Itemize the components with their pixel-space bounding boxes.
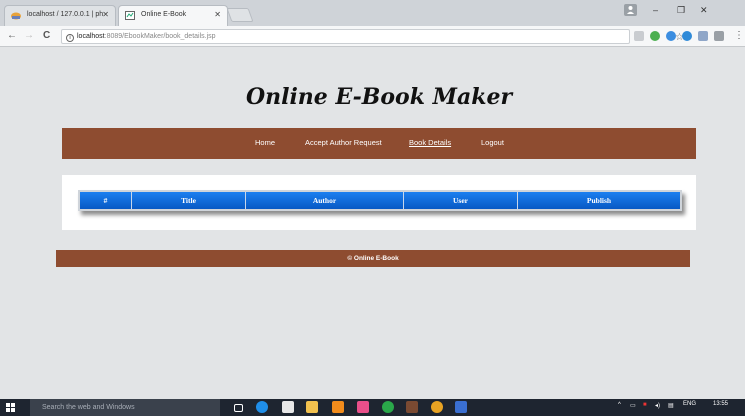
browser-tab-strip: localhost / 127.0.0.1 | ph ✕ Online E-Bo…	[0, 0, 745, 26]
app-icon[interactable]	[406, 401, 418, 413]
new-tab-button[interactable]	[226, 8, 254, 22]
info-icon[interactable]: i	[66, 34, 74, 42]
windows-taskbar: Search the web and Windows ^ ▭ ■ ◂) ▤ EN…	[0, 399, 745, 416]
task-view-icon[interactable]	[234, 404, 243, 412]
column-header-publish: Publish	[518, 192, 680, 209]
minimize-icon[interactable]: –	[653, 5, 658, 15]
forward-arrow-icon[interactable]: →	[24, 30, 34, 41]
back-arrow-icon[interactable]: ←	[7, 30, 17, 41]
close-window-icon[interactable]: ✕	[700, 5, 708, 16]
nav-home[interactable]: Home	[255, 138, 275, 147]
clock[interactable]: 13:55	[713, 401, 728, 407]
app-icon[interactable]	[357, 401, 369, 413]
menu-icon[interactable]: ⋮	[734, 30, 744, 41]
keyboard-icon[interactable]: ▤	[668, 402, 674, 409]
tab-title: Online E-Book	[141, 11, 187, 18]
language-indicator[interactable]: ENG	[683, 401, 696, 407]
column-header-user: User	[404, 192, 518, 209]
windows-start-icon[interactable]	[6, 403, 15, 412]
store-icon[interactable]	[282, 401, 294, 413]
tray-chevron-icon[interactable]: ^	[618, 402, 621, 408]
file-explorer-icon[interactable]	[306, 401, 318, 413]
site-title: Online E-Book Maker	[245, 84, 513, 110]
app-icon[interactable]	[382, 401, 394, 413]
tray-app-icon[interactable]: ■	[643, 402, 647, 408]
app-icon[interactable]	[455, 401, 467, 413]
book-table-header: # Title Author User Publish	[78, 190, 682, 211]
browser-tab-phpmyadmin[interactable]: localhost / 127.0.0.1 | ph ✕	[4, 5, 116, 26]
extension-icon[interactable]	[698, 31, 708, 41]
extension-icon[interactable]	[634, 31, 644, 41]
nav-logout[interactable]: Logout	[481, 138, 504, 147]
edge-browser-icon[interactable]	[256, 401, 268, 413]
main-nav: Home Accept Author Request Book Details …	[62, 128, 696, 159]
extension-icon[interactable]	[714, 31, 724, 41]
close-tab-icon[interactable]: ✕	[214, 10, 221, 19]
extension-icon[interactable]	[650, 31, 660, 41]
extension-icon[interactable]	[666, 31, 676, 41]
extension-icon[interactable]	[682, 31, 692, 41]
column-header-number: #	[80, 192, 132, 209]
volume-icon[interactable]: ◂)	[655, 402, 660, 409]
url-host: localhost	[77, 33, 105, 40]
column-header-title: Title	[132, 192, 246, 209]
reload-icon[interactable]: C	[43, 30, 50, 41]
site-footer: © Online E-Book	[56, 250, 690, 267]
page-favicon-icon	[125, 11, 135, 20]
restore-icon[interactable]: ❐	[677, 5, 685, 16]
close-tab-icon[interactable]: ✕	[102, 10, 109, 19]
nav-accept-author-request[interactable]: Accept Author Request	[305, 138, 382, 147]
taskbar-search-input[interactable]: Search the web and Windows	[30, 399, 220, 416]
url-path: :8089/EbookMaker/book_details.jsp	[104, 33, 216, 40]
network-icon[interactable]: ▭	[630, 402, 636, 409]
column-header-author: Author	[246, 192, 404, 209]
address-bar[interactable]: i localhost:8089/EbookMaker/book_details.…	[61, 29, 684, 44]
tab-title: localhost / 127.0.0.1 | ph	[27, 11, 104, 18]
vlc-icon[interactable]	[332, 401, 344, 413]
nav-book-details[interactable]: Book Details	[409, 138, 451, 147]
phpmyadmin-favicon-icon	[11, 11, 21, 20]
profile-icon[interactable]	[624, 4, 637, 16]
browser-tab-online-ebook[interactable]: Online E-Book ✕	[118, 5, 228, 26]
chrome-icon[interactable]	[431, 401, 443, 413]
